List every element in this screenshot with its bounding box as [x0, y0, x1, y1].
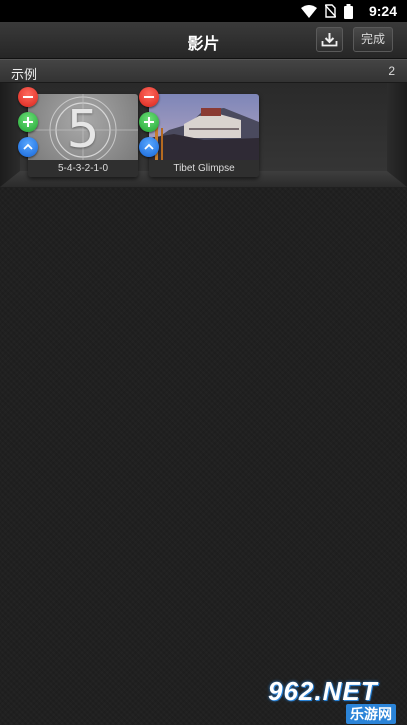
section-title: 示例	[11, 67, 38, 82]
remove-clip-button[interactable]	[139, 87, 159, 107]
chevron-up-icon	[23, 143, 33, 150]
countdown-digit: 5	[66, 100, 100, 160]
title-bar: 影片 完成	[0, 22, 407, 59]
done-button[interactable]: 完成	[353, 27, 393, 52]
clip-label: Tibet Glimpse	[149, 160, 259, 177]
page-title: 影片	[187, 36, 220, 53]
add-clip-button[interactable]	[139, 112, 159, 132]
watermark-logo: 962.NET 乐游网	[268, 676, 403, 724]
move-clip-up-button[interactable]	[139, 137, 159, 157]
plus-icon	[23, 117, 33, 127]
palace-photo-image	[149, 94, 259, 160]
shelf-side-right	[387, 83, 407, 187]
add-clip-button[interactable]	[18, 112, 38, 132]
battery-icon	[344, 3, 353, 19]
status-bar: 9:24	[0, 0, 407, 22]
clip-thumbnail	[149, 94, 259, 160]
remove-clip-button[interactable]	[18, 87, 38, 107]
minus-icon	[144, 96, 154, 98]
download-icon	[321, 33, 338, 47]
clip-card-countdown[interactable]: 5 5-4-3-2-1-0	[28, 94, 138, 177]
watermark-text: 962.NET	[268, 676, 378, 706]
move-clip-up-button[interactable]	[18, 137, 38, 157]
shelf-side-left	[0, 83, 20, 187]
no-sim-icon	[325, 4, 336, 18]
minus-icon	[23, 96, 33, 98]
clip-card-tibet[interactable]: Tibet Glimpse	[149, 94, 259, 177]
clip-label: 5-4-3-2-1-0	[28, 160, 138, 177]
watermark-subtext: 乐游网	[346, 704, 396, 724]
download-button[interactable]	[316, 27, 343, 52]
status-time: 9:24	[368, 3, 397, 19]
plus-icon	[144, 117, 154, 127]
section-header: 示例 2	[0, 59, 407, 83]
section-count: 2	[388, 64, 395, 78]
chevron-up-icon	[144, 143, 154, 150]
clip-thumbnail: 5	[28, 94, 138, 160]
wifi-icon	[301, 4, 317, 18]
status-icons	[301, 3, 353, 19]
